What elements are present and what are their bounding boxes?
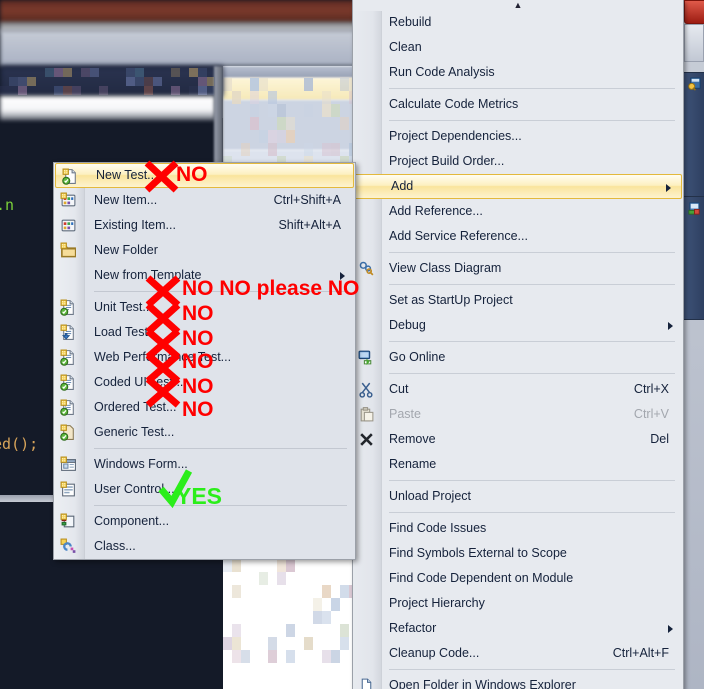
no-annotation-text: NO <box>176 163 208 186</box>
yes-annotation-text: YES <box>176 483 223 509</box>
no-x-chain <box>145 275 181 408</box>
no-annotation-text: NO <box>182 302 214 325</box>
no-annotation-text: NO <box>182 398 214 421</box>
no-annotation-text: NO <box>182 350 214 373</box>
no-annotation-text: NO <box>182 375 214 398</box>
no-annotation-text: NO <box>182 327 214 350</box>
no-x-mark <box>144 160 179 193</box>
screenshot-root: .n ced(); Solution Explorer <box>0 0 704 689</box>
annotation-layer <box>144 160 193 509</box>
no-annotation-text: NO NO please NO <box>182 277 360 300</box>
